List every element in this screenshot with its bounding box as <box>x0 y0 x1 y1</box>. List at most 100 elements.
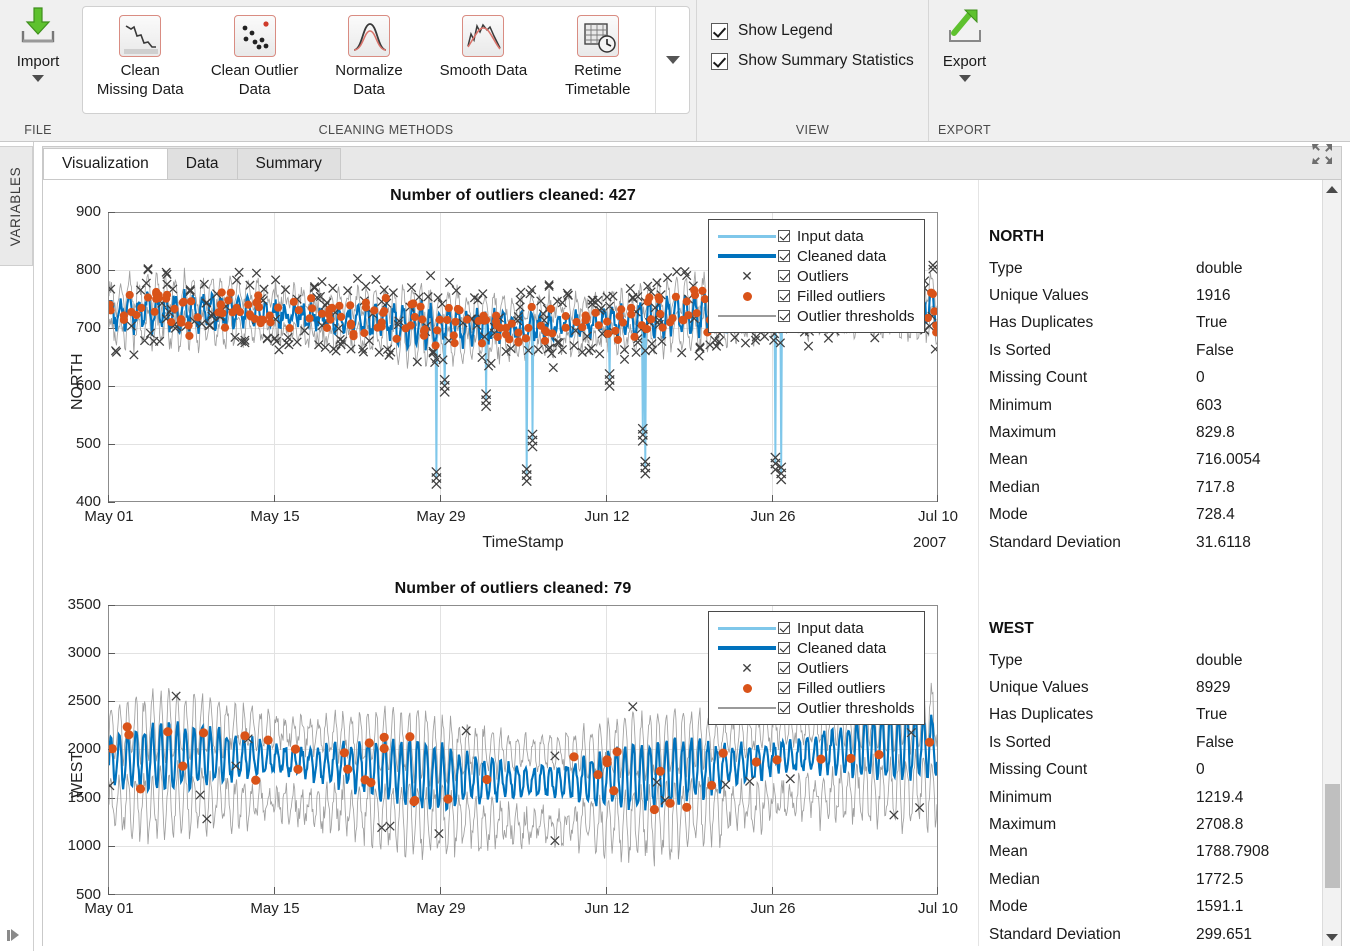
stats-row: Standard Deviation 299.651 <box>989 925 1253 943</box>
legend-label-input-data: Input data <box>797 619 864 637</box>
smooth-data-icon <box>462 15 505 57</box>
ribbon-section-view: Show Legend Show Summary Statistics VIEW <box>696 0 928 141</box>
legend-label-outliers: Outliers <box>797 659 849 677</box>
expand-fullscreen-icon[interactable] <box>1309 141 1335 167</box>
scroll-up-icon[interactable] <box>1323 180 1341 198</box>
chart-north-legend: Input data Cleaned data ✕ Outliers Fille… <box>708 219 925 333</box>
legend-item-outliers[interactable]: ✕ Outliers <box>716 266 915 286</box>
legend-item-filled-outliers[interactable]: Filled outliers <box>716 286 915 306</box>
show-legend-label: Show Legend <box>738 22 833 39</box>
legend-label-outlier-thresholds: Outlier thresholds <box>797 699 915 717</box>
stats-row: Missing Count 0 <box>989 761 1205 779</box>
stats-block-north-title: NORTH <box>989 228 1045 245</box>
stats-row: Has Duplicates True <box>989 706 1228 724</box>
export-button-label: Export <box>942 53 987 70</box>
legend-item-outlier-thresholds[interactable]: Outlier thresholds <box>716 698 915 718</box>
legend-label-outlier-thresholds: Outlier thresholds <box>797 307 915 325</box>
scrollbar-thumb[interactable] <box>1325 784 1340 888</box>
main-panel: Visualization Data Summary Number of out… <box>42 144 1342 946</box>
legend-checkbox-outliers[interactable] <box>778 662 790 674</box>
legend-checkbox-input-data[interactable] <box>778 230 790 242</box>
clean-outlier-data-icon <box>233 15 276 57</box>
stats-row: Standard Deviation 31.6118 <box>989 533 1251 551</box>
ribbon-section-cleaning-caption: CLEANING METHODS <box>76 119 696 141</box>
legend-dot-icon <box>716 683 778 693</box>
legend-item-filled-outliers[interactable]: Filled outliers <box>716 678 915 698</box>
plots-column: Number of outliers cleaned: 427 900 800 … <box>43 180 978 946</box>
clean-missing-data-icon <box>119 15 162 57</box>
stats-row: Minimum 1219.4 <box>989 788 1244 806</box>
legend-line-icon <box>716 234 778 238</box>
normalize-data-icon <box>348 15 391 57</box>
legend-item-outlier-thresholds[interactable]: Outlier thresholds <box>716 306 915 326</box>
ribbon-section-export: Export EXPORT <box>928 0 1000 141</box>
clean-outlier-data-label: Clean Outlier Data <box>210 62 299 98</box>
tab-visualization-label: Visualization <box>62 155 149 172</box>
import-button-label: Import <box>16 53 60 70</box>
legend-checkbox-outlier-thresholds[interactable] <box>778 310 790 322</box>
variables-rail-label: VARIABLES <box>8 166 24 246</box>
tab-summary[interactable]: Summary <box>236 148 341 179</box>
chart-north: Number of outliers cleaned: 427 900 800 … <box>43 180 978 570</box>
stats-row: Median 1772.5 <box>989 870 1244 888</box>
chart-west-legend: Input data Cleaned data ✕ Outliers Fille… <box>708 611 925 725</box>
stats-row: Mean 716.0054 <box>989 451 1261 469</box>
sidebar-item-variables[interactable]: VARIABLES <box>0 146 33 266</box>
clean-outlier-data-button[interactable]: Clean Outlier Data <box>197 15 311 99</box>
clean-missing-data-button[interactable]: Clean Missing Data <box>83 15 197 99</box>
ribbon-toolbar: Import FILE Clean Missing Data Clean Out… <box>0 0 1350 142</box>
retime-timetable-button[interactable]: Retime Timetable <box>541 15 655 99</box>
expand-panel-icon[interactable] <box>7 929 19 941</box>
stats-row: Unique Values 1916 <box>989 287 1231 305</box>
import-dropdown-caret-icon[interactable] <box>32 75 44 82</box>
legend-checkbox-cleaned-data[interactable] <box>778 642 790 654</box>
summary-statistics-panel: NORTH Type double Unique Values 1916 Has D… <box>978 180 1341 946</box>
legend-cross-icon: ✕ <box>741 268 753 284</box>
tab-data-label: Data <box>185 155 219 172</box>
stats-row: Median 717.8 <box>989 478 1235 496</box>
legend-line-icon <box>716 626 778 630</box>
show-legend-checkbox[interactable] <box>711 22 728 40</box>
tab-bar: Visualization Data Summary <box>43 144 1341 180</box>
legend-label-filled-outliers: Filled outliers <box>797 287 886 305</box>
export-button[interactable]: Export <box>929 0 1000 82</box>
import-button[interactable]: Import <box>2 0 74 82</box>
legend-line-icon <box>716 707 778 709</box>
legend-line-icon <box>716 315 778 317</box>
tab-data[interactable]: Data <box>166 148 238 179</box>
tab-visualization[interactable]: Visualization <box>43 148 168 179</box>
show-legend-checkbox-row[interactable]: Show Legend <box>711 22 833 40</box>
legend-item-cleaned-data[interactable]: Cleaned data <box>716 638 915 658</box>
stats-row: Mode 728.4 <box>989 506 1235 524</box>
scroll-down-icon[interactable] <box>1323 928 1341 946</box>
ribbon-section-file: Import FILE <box>0 0 76 141</box>
legend-checkbox-outlier-thresholds[interactable] <box>778 702 790 714</box>
legend-item-outliers[interactable]: ✕ Outliers <box>716 658 915 678</box>
ribbon-section-export-caption: EXPORT <box>929 119 1000 141</box>
legend-checkbox-filled-outliers[interactable] <box>778 682 790 694</box>
stats-row: Mean 1788.7908 <box>989 843 1270 861</box>
stats-row: Mode 1591.1 <box>989 898 1244 916</box>
legend-item-input-data[interactable]: Input data <box>716 618 915 638</box>
cleaning-methods-more-button[interactable] <box>655 7 689 113</box>
legend-label-cleaned-data: Cleaned data <box>797 247 887 265</box>
show-summary-statistics-checkbox-row[interactable]: Show Summary Statistics <box>711 52 914 70</box>
stats-vertical-scrollbar[interactable] <box>1322 180 1341 946</box>
legend-label-outliers: Outliers <box>797 267 849 285</box>
cleaning-methods-panel: Clean Missing Data Clean Outlier Data No… <box>82 6 690 114</box>
variables-rail: VARIABLES <box>0 142 34 951</box>
show-summary-statistics-checkbox[interactable] <box>711 52 728 70</box>
legend-dot-icon <box>716 291 778 301</box>
legend-checkbox-input-data[interactable] <box>778 622 790 634</box>
legend-checkbox-outliers[interactable] <box>778 270 790 282</box>
smooth-data-button[interactable]: Smooth Data <box>426 15 540 99</box>
legend-checkbox-filled-outliers[interactable] <box>778 290 790 302</box>
ribbon-section-view-caption: VIEW <box>697 119 928 141</box>
legend-checkbox-cleaned-data[interactable] <box>778 250 790 262</box>
export-dropdown-caret-icon[interactable] <box>958 75 971 82</box>
legend-item-cleaned-data[interactable]: Cleaned data <box>716 246 915 266</box>
legend-item-input-data[interactable]: Input data <box>716 226 915 246</box>
chart-west: Number of outliers cleaned: 79 3500 3000… <box>43 573 978 946</box>
normalize-data-button[interactable]: Normalize Data <box>312 15 426 99</box>
legend-label-cleaned-data: Cleaned data <box>797 639 887 657</box>
